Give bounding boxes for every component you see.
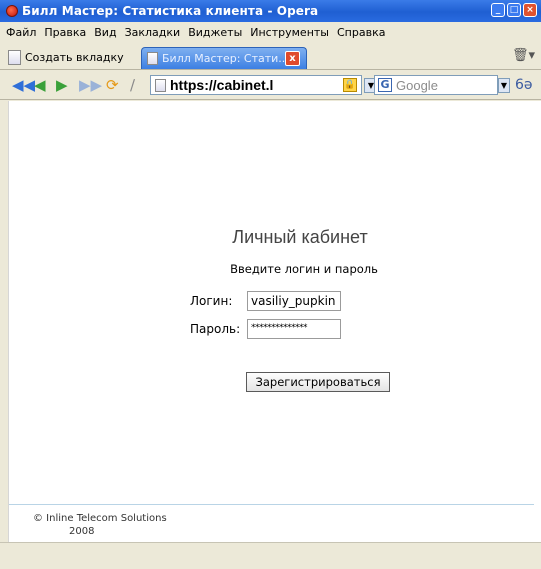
page-content: Личный кабинет Введите логин и пароль Ло… (8, 101, 541, 542)
window-controls: _ □ × (491, 3, 537, 17)
page-icon (147, 52, 158, 65)
opera-logo-icon (6, 5, 18, 17)
glasses-icon[interactable]: 6ə (515, 77, 533, 93)
address-text: https://cabinet.l (170, 77, 274, 93)
trash-icon[interactable]: 🗑▾ (512, 48, 535, 63)
window-title: Билл Мастер: Статистика клиента - Opera (22, 4, 319, 18)
footer-divider (9, 504, 534, 505)
lock-icon[interactable]: 🔒 (343, 78, 357, 92)
address-field[interactable]: https://cabinet.l 🔒 (150, 75, 362, 95)
back-icon[interactable]: ◀ (34, 76, 46, 94)
tab-close-icon[interactable]: x (285, 51, 300, 66)
rewind-icon[interactable]: ◀◀ (12, 76, 35, 94)
new-tab-button[interactable]: Создать вкладку (8, 47, 124, 67)
maximize-button[interactable]: □ (507, 3, 521, 17)
tab-active-label: Билл Мастер: Стати... (162, 52, 289, 65)
menu-bar: Файл Правка Вид Закладки Виджеты Инструм… (0, 22, 541, 42)
password-input[interactable]: ************** (247, 319, 341, 339)
minimize-button[interactable]: _ (491, 3, 505, 17)
register-button[interactable]: Зарегистрироваться (246, 372, 390, 392)
menu-bookmarks[interactable]: Закладки (123, 26, 187, 39)
navigation-toolbar: ◀◀ ◀ ▶ ▶▶ ⟳ ∕ https://cabinet.l 🔒 ▼ G Go… (0, 70, 541, 100)
new-page-icon (8, 49, 21, 65)
menu-widgets[interactable]: Виджеты (186, 26, 248, 39)
close-window-button[interactable]: × (523, 3, 537, 17)
menu-file[interactable]: Файл (4, 26, 42, 39)
login-label: Логин: (190, 294, 233, 308)
search-field[interactable]: G Google (374, 75, 498, 95)
page-title: Личный кабинет (232, 227, 368, 247)
login-input[interactable]: vasiliy_pupkin (247, 291, 341, 311)
menu-edit[interactable]: Правка (42, 26, 92, 39)
status-bar (0, 542, 541, 569)
new-tab-label: Создать вкладку (25, 50, 124, 64)
google-icon: G (378, 78, 392, 92)
sidebar-edge (0, 101, 8, 542)
menu-tools[interactable]: Инструменты (248, 26, 335, 39)
footer: © Inline Telecom Solutions 2008 (33, 512, 167, 538)
footer-company: © Inline Telecom Solutions (33, 513, 167, 524)
menu-help[interactable]: Справка (335, 26, 391, 39)
menu-view[interactable]: Вид (92, 26, 122, 39)
forward-icon[interactable]: ▶ (56, 76, 68, 94)
reload-icon[interactable]: ⟳ (106, 76, 119, 94)
tab-active[interactable]: Билл Мастер: Стати... x (141, 47, 307, 69)
page-subtitle: Введите логин и пароль (230, 262, 378, 276)
fast-forward-icon[interactable]: ▶▶ (79, 76, 102, 94)
password-label: Пароль: (190, 322, 241, 336)
search-placeholder: Google (396, 77, 438, 93)
footer-year: 2008 (69, 526, 95, 537)
page-icon (155, 78, 166, 92)
edit-icon[interactable]: ∕ (130, 76, 135, 94)
search-dropdown-icon[interactable]: ▼ (498, 78, 510, 93)
tab-bar: Создать вкладку Билл Мастер: Стати... x … (0, 42, 541, 70)
window-title-bar[interactable]: Билл Мастер: Статистика клиента - Opera … (0, 0, 541, 22)
